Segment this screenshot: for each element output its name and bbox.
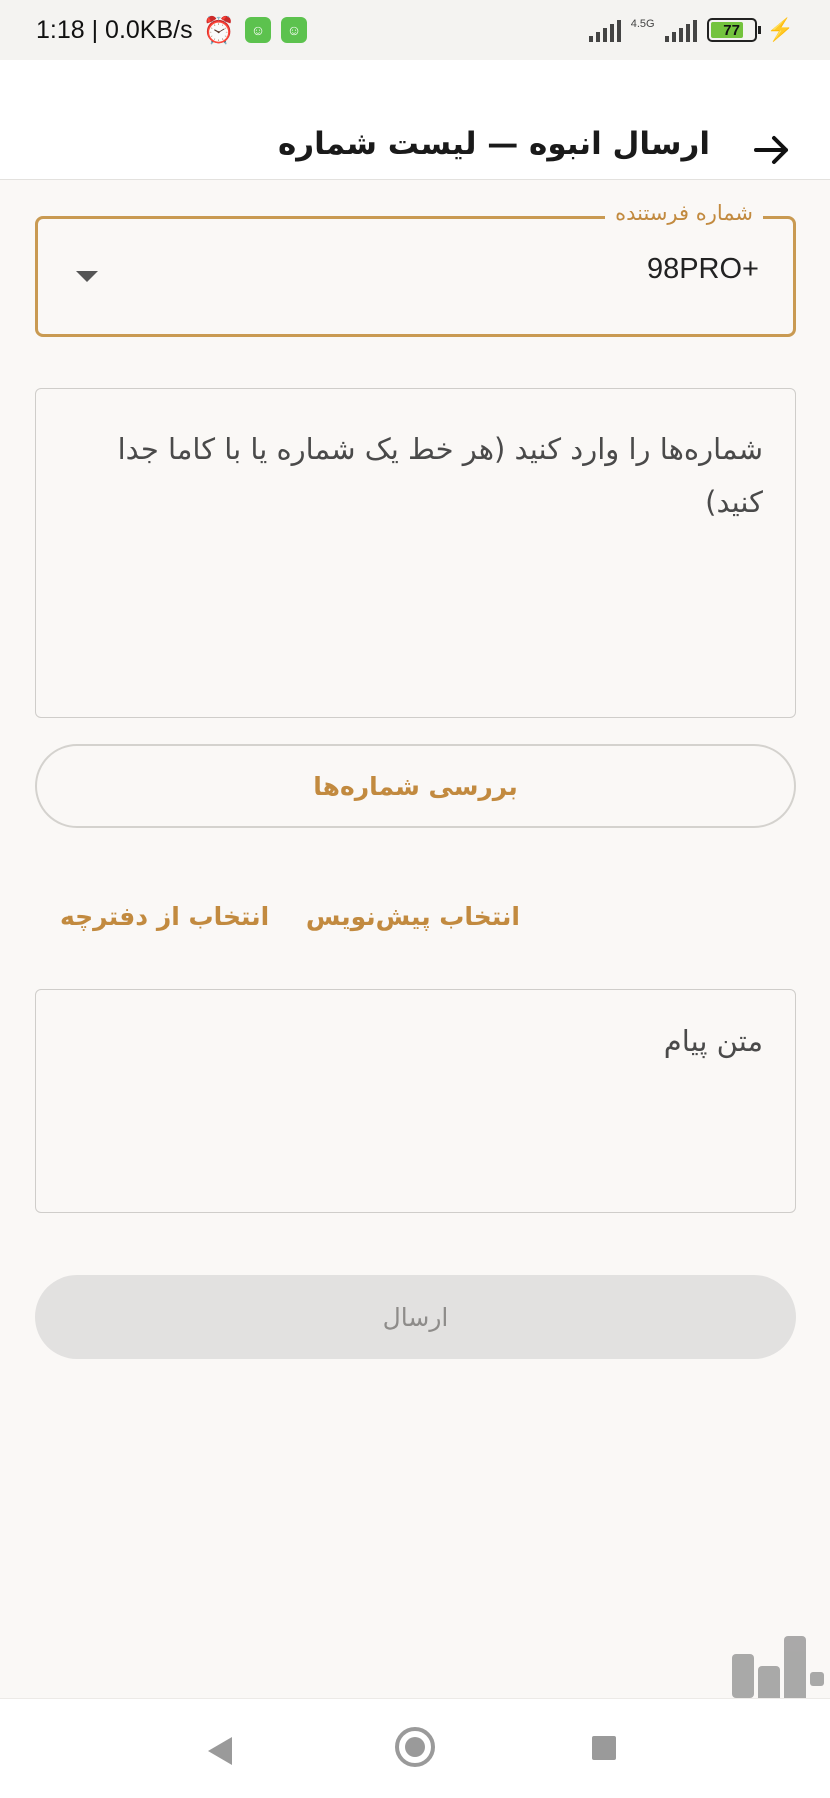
app-bar: ارسال انبوه — لیست شماره — [0, 60, 830, 180]
status-right: 4.5G 77 ⚡ — [588, 17, 794, 43]
nav-recents-icon[interactable] — [592, 1736, 616, 1760]
numbers-input-placeholder: شماره‌ها را وارد کنید (هر خط یک شماره یا… — [117, 432, 763, 519]
send-button[interactable]: ارسال — [35, 1275, 796, 1359]
message-input-placeholder: متن پیام — [663, 1024, 763, 1058]
chevron-down-icon — [76, 271, 98, 282]
app-notification-icon: ☺ — [244, 17, 271, 43]
message-input[interactable]: متن پیام — [35, 989, 796, 1213]
signal-icon — [588, 18, 621, 42]
status-left: 1:18 | 0.0KB/s ⏰ ☺ ☺ — [36, 15, 307, 46]
status-bar: 1:18 | 0.0KB/s ⏰ ☺ ☺ 4.5G 77 ⚡ — [0, 0, 830, 60]
select-draft-link[interactable]: انتخاب پیش‌نویس — [306, 902, 520, 931]
network-type-label: 4.5G — [630, 18, 655, 30]
signal-icon — [664, 18, 697, 42]
battery-icon: 77 — [706, 18, 761, 42]
app-notification-icon: ☺ — [280, 17, 307, 43]
charging-icon: ⚡ — [766, 17, 794, 42]
sender-number-label: شماره فرستنده — [605, 201, 763, 225]
sender-number-dropdown[interactable]: شماره فرستنده 98PRO+ — [35, 201, 796, 337]
sender-number-value: 98PRO+ — [646, 253, 759, 285]
nav-home-icon[interactable] — [395, 1727, 435, 1767]
alarm-icon: ⏰ — [202, 14, 235, 45]
system-nav-bar — [0, 1698, 830, 1798]
battery-level: 77 — [723, 21, 740, 39]
check-numbers-button[interactable]: بررسی شماره‌ها — [35, 744, 796, 828]
status-time-speed: 1:18 | 0.0KB/s — [36, 15, 193, 44]
select-from-contacts-link[interactable]: انتخاب از دفترچه — [60, 902, 269, 931]
nav-back-icon[interactable] — [208, 1737, 232, 1765]
arrow-right-icon — [754, 136, 788, 164]
page-title: ارسال انبوه — لیست شماره — [277, 126, 710, 162]
back-arrow-icon[interactable] — [750, 128, 794, 172]
numbers-input[interactable]: شماره‌ها را وارد کنید (هر خط یک شماره یا… — [35, 388, 796, 718]
